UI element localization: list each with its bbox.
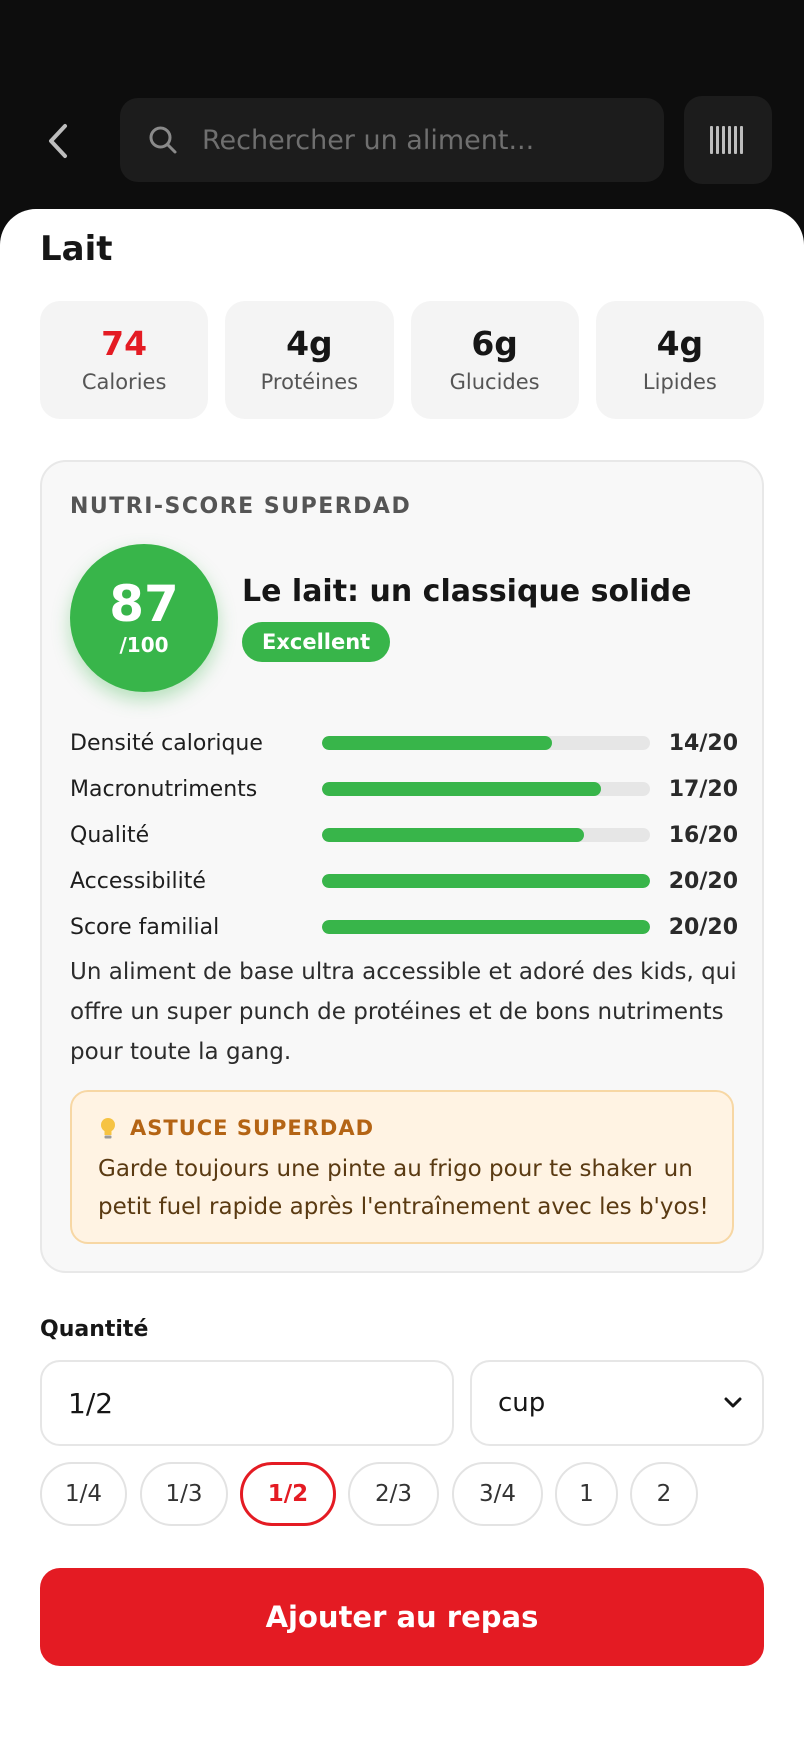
top-bar <box>0 0 804 215</box>
criterion-bar <box>322 736 650 750</box>
quantity-input[interactable] <box>40 1360 454 1446</box>
lightbulb-icon <box>98 1116 118 1140</box>
criterion-bar-fill <box>322 782 601 796</box>
macro-proteins: 4g Protéines <box>225 301 394 419</box>
criterion-points: 17/20 <box>668 776 738 802</box>
criterion-points: 20/20 <box>668 868 738 894</box>
score-heading: NUTRI-SCORE SUPERDAD <box>70 494 412 519</box>
unit-select-value: cup <box>498 1388 546 1418</box>
macro-summary: 74 Calories 4g Protéines 6g Glucides 4g … <box>40 301 764 419</box>
macro-fats: 4g Lipides <box>595 301 764 419</box>
quantity-preset-chip[interactable]: 1/3 <box>140 1462 228 1526</box>
add-to-meal-button[interactable]: Ajouter au repas <box>40 1568 764 1666</box>
criterion-bar <box>322 782 650 796</box>
criterion-row: Qualité 16/20 <box>70 820 738 850</box>
criterion-name: Densité calorique <box>70 730 263 756</box>
quantity-preset-chip[interactable]: 1/4 <box>40 1462 127 1526</box>
nutri-score-card: NUTRI-SCORE SUPERDAD 87 /100 Le lait: un… <box>40 460 764 1273</box>
criterion-points: 16/20 <box>668 822 738 848</box>
tip-heading-row: ASTUCE SUPERDAD <box>98 1116 374 1140</box>
macro-calories: 74 Calories <box>40 301 209 419</box>
quantity-preset-chip[interactable]: 2/3 <box>348 1462 439 1526</box>
criterion-bar <box>322 874 650 888</box>
criterion-row: Macronutriments 17/20 <box>70 774 738 804</box>
score-verdict-title: Le lait: un classique solide <box>242 574 692 609</box>
criterion-row: Score familial 20/20 <box>70 912 738 942</box>
score-circle: 87 /100 <box>70 544 218 692</box>
chevron-down-icon <box>724 1397 742 1408</box>
quantity-preset-chip[interactable]: 3/4 <box>452 1462 543 1526</box>
food-detail-sheet: Lait 74 Calories 4g Protéines 6g Glucide… <box>0 209 804 1748</box>
unit-select[interactable]: cup <box>470 1360 764 1446</box>
tip-body: Garde toujours une pinte au frigo pour t… <box>98 1156 709 1220</box>
criterion-points: 20/20 <box>668 914 738 940</box>
criterion-bar-fill <box>322 874 650 888</box>
macro-value: 4g <box>286 323 333 363</box>
criterion-bar <box>322 920 650 934</box>
food-title: Lait <box>40 229 113 269</box>
search-icon <box>148 124 180 156</box>
macro-label: Lipides <box>642 370 717 395</box>
score-value: 87 <box>109 575 179 633</box>
superdad-tip: ASTUCE SUPERDAD Garde toujours une pinte… <box>70 1090 734 1244</box>
criterion-row: Accessibilité 20/20 <box>70 866 738 896</box>
score-description: Un aliment de base ultra accessible et a… <box>70 959 737 1065</box>
search-box[interactable] <box>120 98 664 182</box>
macro-carbs: 6g Glucides <box>410 301 579 419</box>
criterion-points: 14/20 <box>668 730 738 756</box>
macro-value: 4g <box>656 323 704 363</box>
criterion-bar-fill <box>322 828 585 842</box>
quantity-preset-chip[interactable]: 2 <box>630 1462 698 1526</box>
chevron-left-icon <box>49 124 67 158</box>
macro-label: Calories <box>81 370 167 395</box>
criterion-row: Densité calorique 14/20 <box>70 728 738 758</box>
criterion-name: Qualité <box>70 822 150 848</box>
score-denominator: /100 <box>119 633 169 657</box>
score-badge: Excellent <box>242 622 391 662</box>
criterion-name: Macronutriments <box>70 776 258 802</box>
criterion-bar <box>322 828 650 842</box>
macro-label: Glucides <box>449 370 540 395</box>
macro-value: 6g <box>471 323 518 363</box>
quantity-label: Quantité <box>40 1317 149 1342</box>
tip-heading: ASTUCE SUPERDAD <box>130 1116 375 1140</box>
barcode-icon <box>710 126 743 154</box>
back-button[interactable] <box>38 118 78 164</box>
criterion-bar-fill <box>322 920 650 934</box>
quantity-preset-chip[interactable]: 1 <box>555 1462 618 1526</box>
criterion-bar-fill <box>322 736 552 750</box>
macro-value: 74 <box>101 323 148 363</box>
barcode-scan-button[interactable] <box>684 96 772 184</box>
quantity-preset-chip[interactable]: 1/2 <box>240 1462 336 1526</box>
criterion-name: Accessibilité <box>70 868 206 894</box>
criterion-name: Score familial <box>70 914 220 940</box>
search-input[interactable] <box>202 124 622 156</box>
macro-label: Protéines <box>260 370 359 395</box>
